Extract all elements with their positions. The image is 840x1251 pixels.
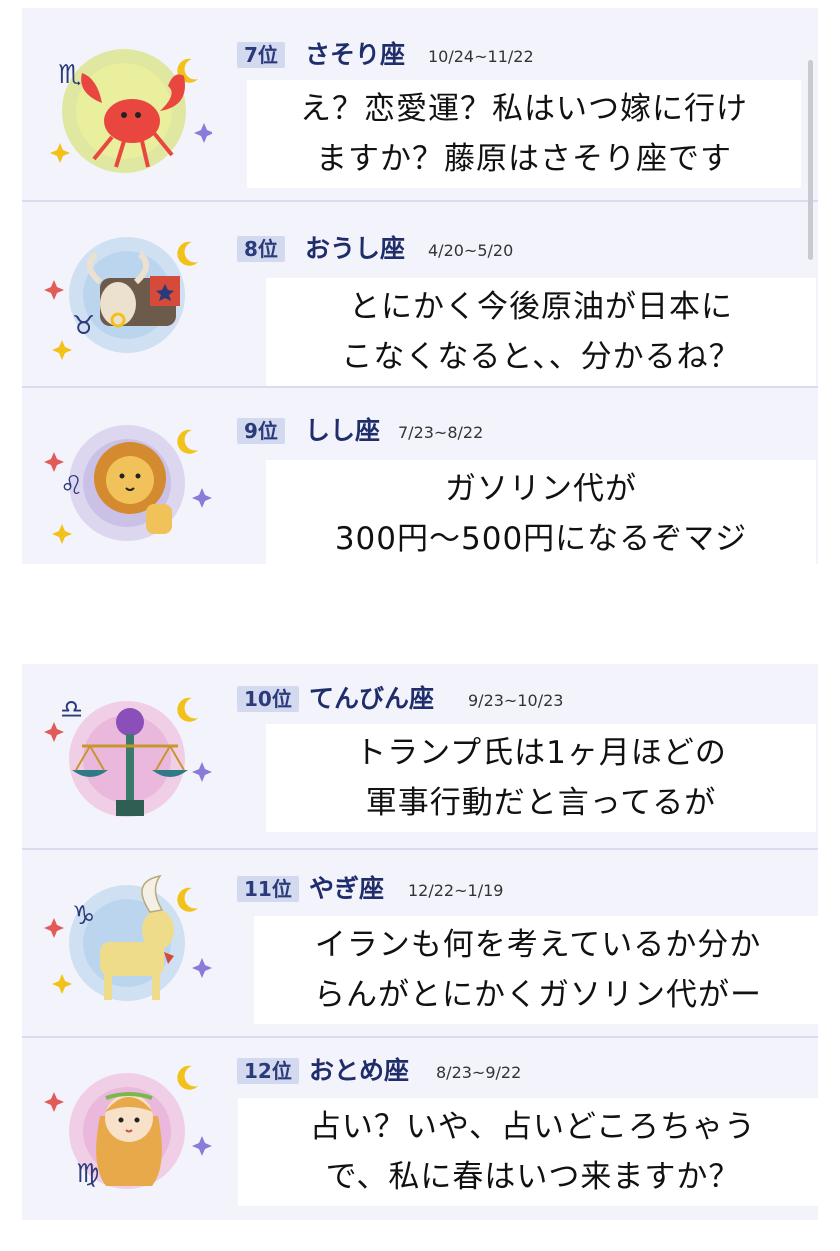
scrollbar[interactable] <box>808 60 813 260</box>
caption-line: こなくなると、、分かるね？ <box>341 339 741 375</box>
svg-text:♎: ♎ <box>60 695 83 725</box>
date-range: 7/23~8/22 <box>398 423 484 442</box>
ranking-row-taurus[interactable]: ♉ 8位 おうし座 4/20~5/20 とにかく今後原油が日本に こなくなると、… <box>22 202 818 388</box>
caption-line: ガソリン代が <box>445 471 637 507</box>
sign-name: しし座 <box>305 416 381 445</box>
sign-name: てんびん座 <box>309 684 435 713</box>
date-range: 12/22~1/19 <box>408 881 504 900</box>
sign-name: やぎ座 <box>309 874 385 903</box>
virgo-icon: ♍ <box>42 1056 212 1206</box>
caption-line: ますか？藤原はさそり座です <box>316 141 732 177</box>
svg-text:♌: ♌ <box>60 471 83 501</box>
libra-icon: ♎ <box>42 684 212 834</box>
caption-box: ガソリン代が 300円〜500円になるぞマジ <box>266 460 816 568</box>
caption-line: とにかく今後原油が日本に <box>349 289 733 325</box>
ranking-row-leo[interactable]: ♌ 9位 しし座 7/23~8/22 ガソリン代が 300円〜500円になるぞマ… <box>22 388 818 568</box>
caption-line: 300円〜500円になるぞマジ <box>334 521 748 557</box>
taurus-icon: ♉ <box>42 220 212 370</box>
ranking-row-capricorn[interactable]: ♑ 11位 やぎ座 12/22~1/19 イランも何を考えているか分か らんがと… <box>22 850 822 1038</box>
date-range: 9/23~10/23 <box>468 691 564 710</box>
date-range: 10/24~11/22 <box>428 47 534 66</box>
caption-box: とにかく今後原油が日本に こなくなると、、分かるね？ <box>266 278 816 386</box>
rank-badge: 12位 <box>237 1058 299 1084</box>
caption-line: で、私に春はいつ来ますか？ <box>325 1159 741 1195</box>
caption-line: え？恋愛運？私はいつ嫁に行け <box>300 91 748 127</box>
caption-line: トランプ氏は1ヶ月ほどの <box>355 735 727 771</box>
date-range: 4/20~5/20 <box>428 241 514 260</box>
scorpio-icon: ♏ <box>42 33 212 183</box>
rank-badge: 7位 <box>237 42 285 68</box>
rank-badge: 10位 <box>237 686 299 712</box>
caption-line: イランも何を考えているか分か <box>314 927 762 963</box>
caption-line: らんがとにかくガソリン代がー <box>314 977 762 1013</box>
leo-icon: ♌ <box>42 408 212 558</box>
caption-box: え？恋愛運？私はいつ嫁に行け ますか？藤原はさそり座です <box>247 80 801 188</box>
ranking-panel-1: ♏ 7位 さそり座 10/24~11/22 え？恋愛運？私はいつ嫁に行け ますか… <box>22 8 818 568</box>
caption-box: 占い？いや、占いどころちゃう で、私に春はいつ来ますか？ <box>238 1098 828 1206</box>
sign-name: おとめ座 <box>309 1056 410 1085</box>
ranking-panel-2: ♎ 10位 てんびん座 9/23~10/23 トランプ氏は1ヶ月ほどの 軍事行動… <box>22 664 828 1220</box>
caption-box: イランも何を考えているか分か らんがとにかくガソリン代がー <box>254 916 822 1024</box>
capricorn-icon: ♑ <box>42 868 212 1018</box>
svg-text:♉: ♉ <box>72 311 95 341</box>
date-range: 8/23~9/22 <box>436 1063 522 1082</box>
sign-name: さそり座 <box>305 40 406 69</box>
caption-line: 軍事行動だと言ってるが <box>365 785 717 821</box>
sign-name: おうし座 <box>305 234 406 263</box>
caption-box: トランプ氏は1ヶ月ほどの 軍事行動だと言ってるが <box>266 724 816 832</box>
rank-badge: 9位 <box>237 418 285 444</box>
rank-badge: 11位 <box>237 876 299 902</box>
ranking-row-libra[interactable]: ♎ 10位 てんびん座 9/23~10/23 トランプ氏は1ヶ月ほどの 軍事行動… <box>22 664 818 850</box>
ranking-row-virgo[interactable]: ♍ 12位 おとめ座 8/23~9/22 占い？いや、占いどころちゃう で、私に… <box>22 1038 828 1220</box>
svg-text:♑: ♑ <box>72 901 95 931</box>
caption-line: 占い？いや、占いどころちゃう <box>309 1109 757 1145</box>
rank-badge: 8位 <box>237 236 285 262</box>
ranking-row-scorpio[interactable]: ♏ 7位 さそり座 10/24~11/22 え？恋愛運？私はいつ嫁に行け ますか… <box>22 8 818 202</box>
svg-text:♏: ♏ <box>58 60 81 90</box>
svg-text:♍: ♍ <box>76 1159 99 1189</box>
